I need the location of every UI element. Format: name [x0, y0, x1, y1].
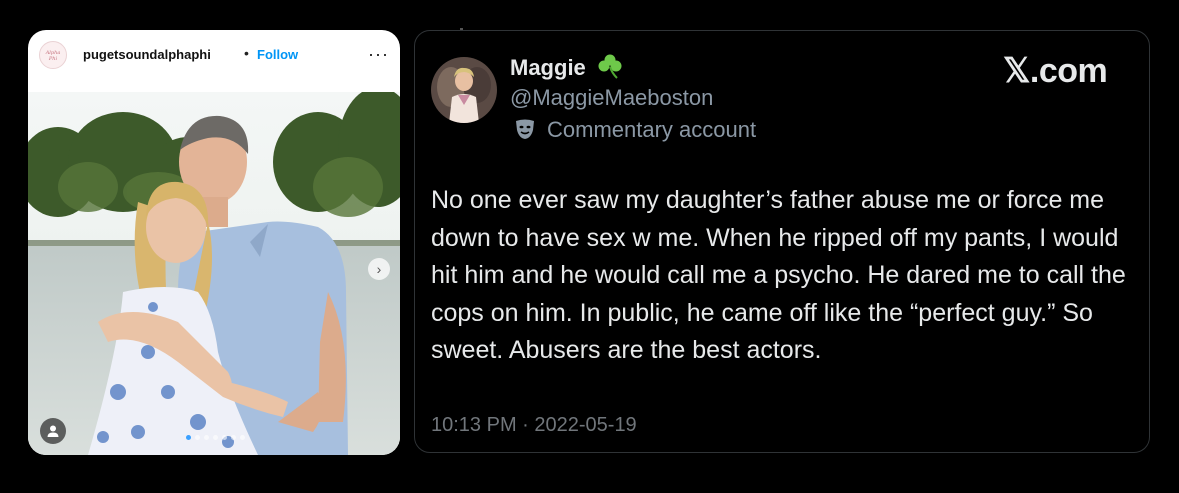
user-icon	[47, 425, 59, 437]
carousel-dot	[240, 435, 245, 440]
x-logo-icon: 𝕏.com	[1003, 52, 1108, 90]
ig-separator: •	[244, 45, 249, 61]
ig-next-image-button[interactable]: ›	[368, 258, 390, 280]
carousel-dot	[195, 435, 200, 440]
tweet-author-name[interactable]: Maggie	[510, 55, 586, 81]
account-type-label: Commentary account	[547, 117, 757, 142]
ig-username[interactable]: pugetsoundalphaphi	[83, 47, 211, 62]
chevron-right-icon: ›	[376, 261, 382, 277]
ig-follow-button[interactable]: Follow	[257, 47, 298, 62]
ig-carousel-indicator	[186, 435, 245, 440]
carousel-dot	[231, 435, 236, 440]
carousel-dot	[213, 435, 218, 440]
tweet-card: Maggie @MaggieMaeboston Commentary accou…	[414, 30, 1150, 453]
ig-post-photo	[28, 92, 400, 455]
ig-tagged-users-button[interactable]	[40, 418, 66, 444]
tweet-timestamp[interactable]: 10:13 PM · 2022-05-19	[431, 414, 637, 437]
carousel-dot-active	[186, 435, 191, 440]
carousel-dot	[204, 435, 209, 440]
theater-mask-icon	[516, 119, 534, 139]
tweet-text: No one ever saw my daughter’s father abu…	[431, 186, 1126, 364]
alpha-phi-logo-icon: Alpha Phi	[45, 50, 61, 62]
ig-profile-avatar[interactable]: Alpha Phi	[39, 41, 67, 69]
carousel-dot	[222, 435, 227, 440]
avatar-image	[431, 57, 497, 123]
tweet-author-avatar[interactable]	[431, 57, 497, 123]
ig-post-header: Alpha Phi pugetsoundalphaphi • Follow ··…	[28, 30, 400, 82]
instagram-post-card: Alpha Phi pugetsoundalphaphi • Follow ··…	[28, 30, 400, 455]
ig-more-options-button[interactable]: ···	[368, 44, 389, 65]
tweet-author-handle[interactable]: @MaggieMaeboston	[510, 85, 713, 111]
shamrock-icon	[598, 54, 622, 79]
svg-text:Phi: Phi	[48, 56, 58, 62]
